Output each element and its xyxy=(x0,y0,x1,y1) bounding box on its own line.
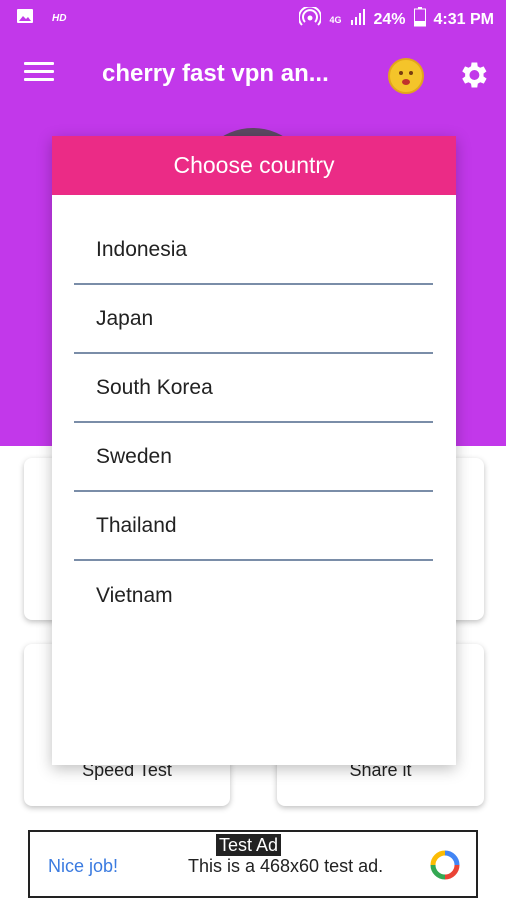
test-ad-tag: Test Ad xyxy=(216,834,282,856)
country-item-south-korea[interactable]: South Korea xyxy=(74,354,433,423)
signal-icon xyxy=(350,8,366,31)
battery-percent: 24% xyxy=(373,10,406,28)
clock: 4:31 PM xyxy=(433,10,494,28)
settings-gear-icon[interactable] xyxy=(456,58,490,92)
country-item-sweden[interactable]: Sweden xyxy=(74,423,433,492)
ad-headline[interactable]: Nice job! xyxy=(48,856,118,877)
gallery-icon xyxy=(16,8,34,29)
battery-icon xyxy=(413,7,426,32)
country-item-japan[interactable]: Japan xyxy=(74,285,433,354)
country-item-thailand[interactable]: Thailand xyxy=(74,492,433,561)
hd-indicator: HD xyxy=(52,13,67,24)
emoji-face-icon[interactable] xyxy=(388,58,424,94)
country-item-vietnam[interactable]: Vietnam xyxy=(74,561,433,630)
status-bar: HD 4G 24% 4:31 PM xyxy=(0,0,506,36)
app-title: cherry fast vpn an... xyxy=(102,60,329,87)
menu-icon[interactable] xyxy=(24,62,54,88)
ad-body: This is a 468x60 test ad. xyxy=(188,856,384,876)
app-bar: cherry fast vpn an... xyxy=(0,36,506,116)
dialog-title: Choose country xyxy=(52,136,456,195)
country-item-indonesia[interactable]: Indonesia xyxy=(74,216,433,285)
network-type-label: 4G xyxy=(329,14,342,25)
choose-country-dialog: Choose country Indonesia Japan South Kor… xyxy=(52,136,456,765)
country-list: Indonesia Japan South Korea Sweden Thail… xyxy=(74,216,433,630)
hotspot-icon xyxy=(298,5,323,32)
ad-logo-icon xyxy=(430,850,460,880)
